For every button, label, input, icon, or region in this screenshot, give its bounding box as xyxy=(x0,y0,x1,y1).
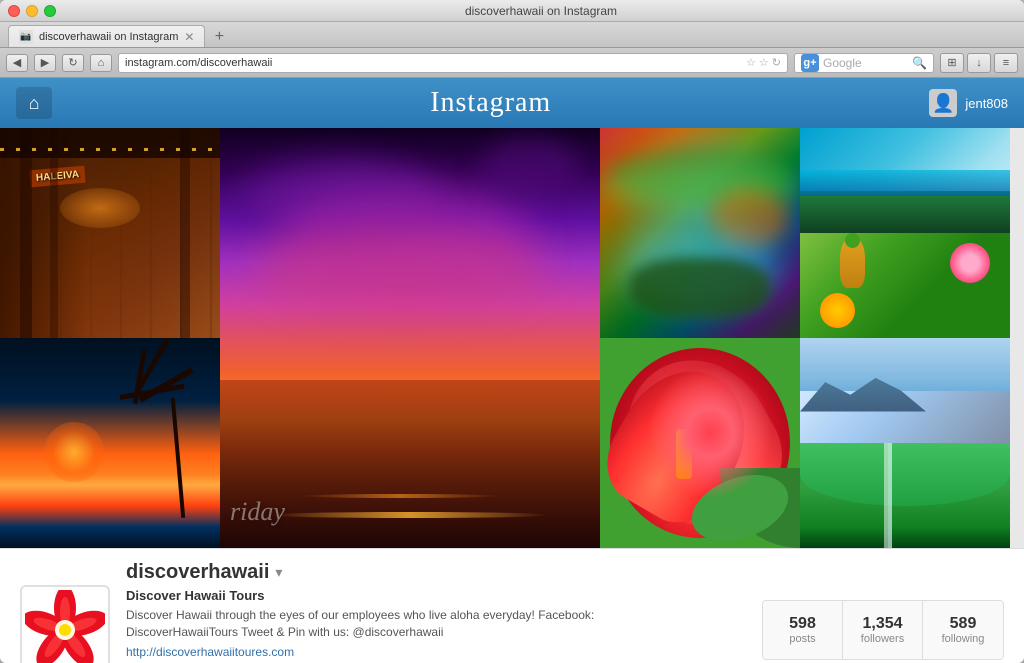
profile-section: discoverhawaii ▾ Discover Hawaii Tours D… xyxy=(0,548,1024,663)
new-tab-button[interactable]: + xyxy=(209,27,229,47)
posts-label: posts xyxy=(789,633,815,645)
stat-posts: 598 posts xyxy=(763,601,843,659)
profile-avatar-image xyxy=(25,590,105,663)
home-icon: ⌂ xyxy=(29,93,40,114)
profile-link[interactable]: http://discoverhawaiitoures.com xyxy=(126,645,746,659)
url-icons: ☆ ☆ ↻ xyxy=(746,56,781,69)
avatar-icon: 👤 xyxy=(932,93,954,114)
instagram-header: ⌂ Instagram 👤 jent808 xyxy=(0,78,1024,128)
window-title: discoverhawaii on Instagram xyxy=(66,4,1016,18)
photo-cell-4[interactable] xyxy=(600,128,800,338)
url-input[interactable]: instagram.com/discoverhawaii ☆ ☆ ↻ xyxy=(118,53,788,73)
photo-cell-3[interactable] xyxy=(0,338,220,548)
profile-bio: Discover Hawaii through the eyes of our … xyxy=(126,607,606,641)
instagram-logo: Instagram xyxy=(52,87,929,119)
user-area: 👤 jent808 xyxy=(929,89,1008,117)
profile-handle: discoverhawaii xyxy=(126,561,269,584)
profile-full-name: Discover Hawaii Tours xyxy=(126,588,746,603)
photo-grid: HALEIVA xyxy=(0,128,1024,548)
stat-followers: 1,354 followers xyxy=(843,601,923,659)
photo-cell-6[interactable] xyxy=(800,128,1010,338)
search-input[interactable]: g+ Google 🔍 xyxy=(794,53,934,73)
minimize-button[interactable] xyxy=(26,5,38,17)
back-button[interactable]: ◀ xyxy=(6,54,28,72)
menu-button[interactable]: ≡ xyxy=(994,53,1018,73)
tab-favicon: 📷 xyxy=(19,30,33,44)
profile-avatar xyxy=(20,585,110,663)
traffic-lights xyxy=(8,5,56,17)
bookmark2-icon: ☆ xyxy=(759,56,769,69)
followers-label: followers xyxy=(861,633,904,645)
profile-info: discoverhawaii ▾ Discover Hawaii Tours D… xyxy=(126,561,746,663)
ig-home-button[interactable]: ⌂ xyxy=(16,87,52,119)
posts-count: 598 xyxy=(789,615,816,633)
bookmark-icon: ☆ xyxy=(746,56,756,69)
photo-cell-5[interactable] xyxy=(600,338,800,548)
extensions-button[interactable]: ⊞ xyxy=(940,53,964,73)
toolbar-icons: ⊞ ↓ ≡ xyxy=(940,53,1018,73)
maximize-button[interactable] xyxy=(44,5,56,17)
refresh-icon: ↻ xyxy=(772,56,781,69)
photo-cell-2[interactable]: riday xyxy=(220,128,600,548)
tab-close-button[interactable]: ✕ xyxy=(184,30,194,44)
title-bar: discoverhawaii on Instagram xyxy=(0,0,1024,22)
url-text: instagram.com/discoverhawaii xyxy=(125,57,272,69)
photo-cell-1[interactable]: HALEIVA xyxy=(0,128,220,338)
stats-box: 598 posts 1,354 followers 589 following xyxy=(762,600,1004,660)
profile-name-row: discoverhawaii ▾ xyxy=(126,561,746,584)
home-button[interactable]: ⌂ xyxy=(90,54,112,72)
photo-cell-7[interactable] xyxy=(800,338,1010,548)
tab-bar: 📷 discoverhawaii on Instagram ✕ + xyxy=(0,22,1024,48)
close-button[interactable] xyxy=(8,5,20,17)
profile-verified-icon: ▾ xyxy=(275,564,282,581)
following-count: 589 xyxy=(950,615,977,633)
user-avatar[interactable]: 👤 xyxy=(929,89,957,117)
tab-label: discoverhawaii on Instagram xyxy=(39,31,178,43)
following-label: following xyxy=(942,633,985,645)
browser-window: discoverhawaii on Instagram 📷 discoverha… xyxy=(0,0,1024,663)
forward-button[interactable]: ▶ xyxy=(34,54,56,72)
search-placeholder: Google xyxy=(823,56,862,70)
followers-count: 1,354 xyxy=(862,615,902,633)
stat-following: 589 following xyxy=(923,601,1003,659)
google-icon: g+ xyxy=(801,54,819,72)
active-tab[interactable]: 📷 discoverhawaii on Instagram ✕ xyxy=(8,25,205,47)
reload-button[interactable]: ↻ xyxy=(62,54,84,72)
search-magnifier-icon: 🔍 xyxy=(912,56,927,70)
logged-in-username[interactable]: jent808 xyxy=(965,96,1008,111)
address-bar: ◀ ▶ ↻ ⌂ instagram.com/discoverhawaii ☆ ☆… xyxy=(0,48,1024,78)
download-button[interactable]: ↓ xyxy=(967,53,991,73)
